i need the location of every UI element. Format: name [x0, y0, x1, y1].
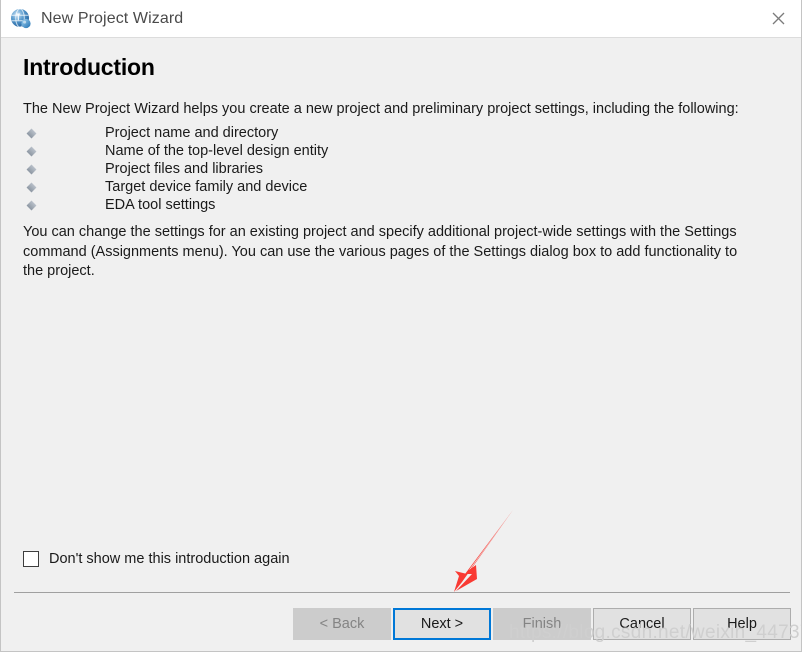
dialog-button-bar: < Back Next > Finish Cancel Help: [1, 608, 801, 644]
title-bar: New Project Wizard: [1, 0, 801, 38]
help-button[interactable]: Help: [693, 608, 791, 640]
cancel-button[interactable]: Cancel: [593, 608, 691, 640]
list-item: EDA tool settings: [23, 196, 779, 214]
footer-divider: [14, 592, 790, 593]
dont-show-again-checkbox[interactable]: [23, 551, 39, 567]
window-title: New Project Wizard: [41, 9, 184, 27]
quartus-globe-icon: [11, 8, 31, 28]
diamond-bullet-icon: [26, 146, 37, 157]
list-item: Project files and libraries: [23, 160, 779, 178]
list-item: Project name and directory: [23, 124, 779, 142]
feature-bullet-list: Project name and directory Name of the t…: [23, 118, 779, 214]
list-item-label: Target device family and device: [105, 179, 308, 195]
diamond-bullet-icon: [26, 200, 37, 211]
new-project-wizard-dialog: New Project Wizard Introduction The New …: [0, 0, 802, 652]
list-item-label: Name of the top-level design entity: [105, 143, 329, 159]
diamond-bullet-icon: [26, 128, 37, 139]
list-item-label: Project files and libraries: [105, 161, 263, 177]
diamond-bullet-icon: [26, 164, 37, 175]
dont-show-again-label: Don't show me this introduction again: [49, 551, 290, 567]
list-item-label: EDA tool settings: [105, 197, 216, 213]
dont-show-again-row[interactable]: Don't show me this introduction again: [23, 551, 290, 567]
list-item: Name of the top-level design entity: [23, 142, 779, 160]
intro-paragraph: The New Project Wizard helps you create …: [23, 101, 739, 117]
close-icon[interactable]: [755, 0, 801, 37]
finish-button[interactable]: Finish: [493, 608, 591, 640]
next-button[interactable]: Next >: [393, 608, 491, 640]
dialog-content: Introduction The New Project Wizard help…: [1, 38, 801, 590]
close-glyph: [772, 12, 784, 25]
body-paragraph: You can change the settings for an exist…: [23, 224, 738, 279]
back-button[interactable]: < Back: [293, 608, 391, 640]
page-title: Introduction: [23, 54, 155, 80]
list-item-label: Project name and directory: [105, 125, 279, 141]
diamond-bullet-icon: [26, 182, 37, 193]
list-item: Target device family and device: [23, 178, 779, 196]
